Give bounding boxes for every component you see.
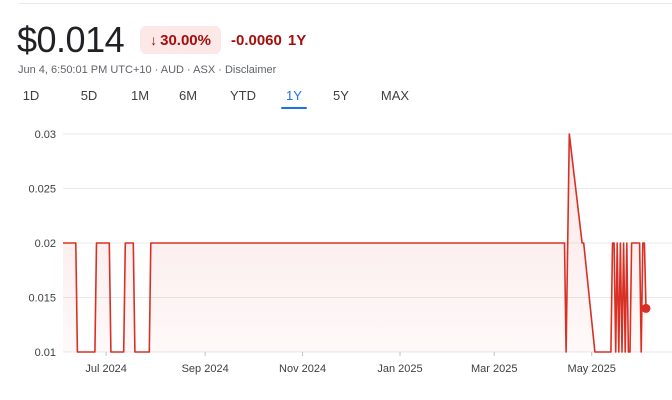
change-period: 1Y xyxy=(287,31,307,49)
y-tick-label: 0.015 xyxy=(28,293,56,305)
x-tick-label: May 2025 xyxy=(568,363,616,375)
change-percent: 30.00% xyxy=(160,31,211,49)
x-tick-label: Nov 2024 xyxy=(279,363,326,375)
change-percent-badge: ↓ 30.00% xyxy=(140,26,221,54)
change-amount: -0.0060 1Y xyxy=(231,32,306,49)
tab-5y[interactable]: 5Y xyxy=(330,86,352,109)
y-tick-label: 0.01 xyxy=(35,347,56,359)
x-tick-label: Jan 2025 xyxy=(377,363,422,375)
y-tick-label: 0.02 xyxy=(35,238,56,250)
tab-6m[interactable]: 6M xyxy=(176,86,200,109)
quote-meta: Jun 4, 6:50:01 PM UTC+10 · AUD · ASX · D… xyxy=(18,64,277,76)
quote-header: $0.014 ↓ 30.00% -0.0060 1Y xyxy=(17,20,306,60)
arrow-down-icon: ↓ xyxy=(150,32,158,48)
x-tick-label: Mar 2025 xyxy=(471,363,517,375)
price-chart: 0.03 0.025 0.02 0.015 0.01 Jul 2024 Sep 2024 No… xyxy=(28,129,672,375)
change-value: -0.0060 xyxy=(230,31,282,49)
tab-1m[interactable]: 1M xyxy=(128,86,152,109)
x-tick-label: Jul 2024 xyxy=(85,363,127,375)
tab-1y[interactable]: 1Y xyxy=(281,86,307,109)
tab-1d[interactable]: 1D xyxy=(18,86,44,109)
current-price: $0.014 xyxy=(17,19,125,60)
tab-5d[interactable]: 5D xyxy=(78,86,100,109)
tab-max[interactable]: MAX xyxy=(378,86,412,109)
top-divider xyxy=(18,3,672,4)
y-tick-label: 0.03 xyxy=(35,129,56,141)
tab-ytd[interactable]: YTD xyxy=(228,86,258,109)
x-tick-label: Sep 2024 xyxy=(182,363,229,375)
y-tick-label: 0.025 xyxy=(28,184,56,196)
current-price-marker[interactable] xyxy=(641,303,651,313)
